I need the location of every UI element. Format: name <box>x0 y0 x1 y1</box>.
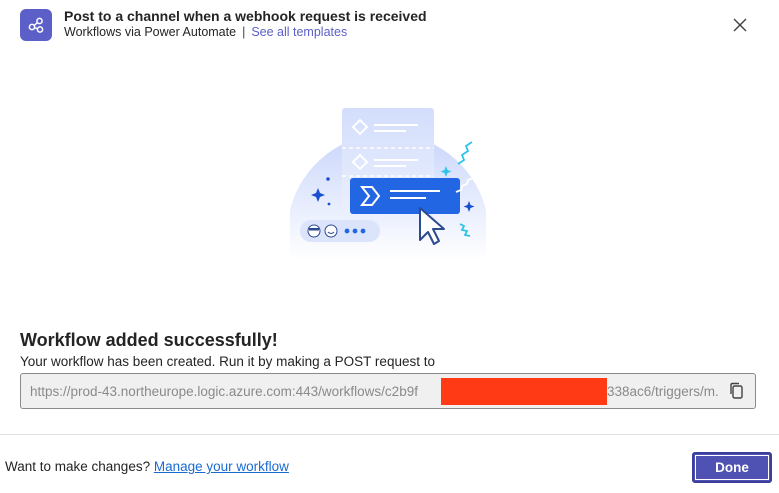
dialog-header: Post to a channel when a webhook request… <box>0 0 779 60</box>
dialog-title: Post to a channel when a webhook request… <box>64 8 427 24</box>
manage-workflow-link[interactable]: Manage your workflow <box>154 459 289 474</box>
webhook-url-suffix: 338ac6/triggers/m... <box>607 384 720 399</box>
connector-icon <box>20 9 52 41</box>
webhook-url-value: https://prod-43.northeurope.logic.azure.… <box>30 384 418 399</box>
webhook-url-field[interactable]: https://prod-43.northeurope.logic.azure.… <box>20 373 756 409</box>
footer-divider <box>0 434 779 435</box>
change-prompt: Want to make changes? <box>5 459 151 474</box>
workflow-illustration <box>290 108 486 260</box>
see-all-templates-link[interactable]: See all templates <box>251 25 347 39</box>
close-icon <box>733 18 747 32</box>
footer-prompt: Want to make changes? Manage your workfl… <box>5 459 289 474</box>
dialog-subtitle: Workflows via Power Automate | See all tem… <box>64 25 347 39</box>
success-title: Workflow added successfully! <box>20 330 278 350</box>
subtitle-separator: | <box>242 25 246 39</box>
subtitle-source: Workflows via Power Automate <box>64 25 237 39</box>
done-button[interactable]: Done <box>692 452 772 483</box>
success-description: Your workflow has been created. Run it b… <box>20 354 435 369</box>
copy-icon <box>730 382 743 399</box>
copy-url-button[interactable] <box>727 381 747 401</box>
redaction-block <box>441 378 607 405</box>
webhook-url-text: https://prod-43.northeurope.logic.azure.… <box>30 384 720 399</box>
close-button[interactable] <box>728 13 752 37</box>
